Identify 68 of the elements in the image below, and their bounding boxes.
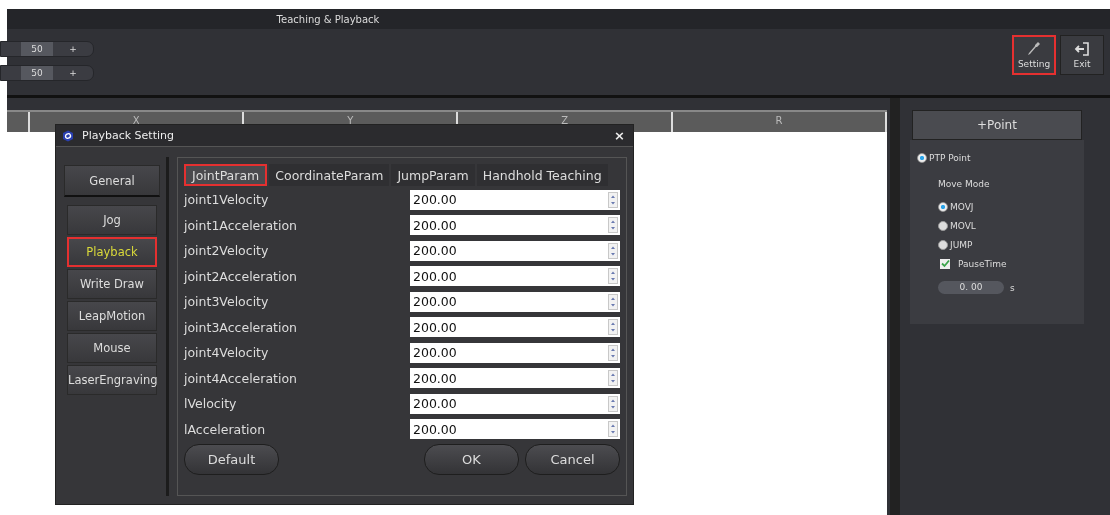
- nav-item[interactable]: Write Draw: [67, 269, 157, 299]
- param-spinbox[interactable]: 200.00: [410, 393, 620, 414]
- exit-icon: [1074, 41, 1090, 57]
- move-mode-radio[interactable]: JUMP: [910, 235, 1084, 254]
- param-label: joint2Velocity: [184, 243, 269, 259]
- increment-button[interactable]: +: [53, 68, 93, 78]
- param-label: lVelocity: [184, 396, 237, 412]
- default-button[interactable]: Default: [184, 444, 279, 475]
- window-title: Teaching & Playback: [276, 13, 380, 25]
- spin-arrows-icon: [608, 217, 618, 234]
- spin-arrows-icon: [608, 293, 618, 310]
- param-spinbox[interactable]: 200.00: [410, 419, 620, 440]
- nav-item[interactable]: Mouse: [67, 333, 157, 363]
- param-label: joint3Acceleration: [184, 319, 298, 335]
- param-spinbox[interactable]: 200.00: [410, 189, 620, 210]
- param-spinbox[interactable]: 200.00: [410, 317, 620, 338]
- spin-arrows-icon: [608, 395, 618, 412]
- param-label: joint1Acceleration: [184, 217, 298, 233]
- move-mode-radio[interactable]: MOVJ: [910, 197, 1084, 216]
- nav-item[interactable]: LaserEngraving: [67, 365, 157, 395]
- setting-button[interactable]: Setting: [1012, 35, 1056, 75]
- nav-item[interactable]: Playback: [67, 237, 157, 267]
- add-point-button[interactable]: +Point: [912, 110, 1082, 140]
- param-label: joint4Acceleration: [184, 370, 298, 386]
- param-spinbox[interactable]: 200.00: [410, 215, 620, 236]
- pause-time-field[interactable]: 0. 00: [938, 281, 1004, 294]
- nav-item[interactable]: General: [64, 165, 160, 197]
- increment-button[interactable]: +: [53, 44, 93, 54]
- param-label: joint2Acceleration: [184, 268, 298, 284]
- wrench-icon: [1026, 41, 1042, 57]
- move-mode-radio[interactable]: MOVL: [910, 216, 1084, 235]
- pause-time-checkbox[interactable]: PauseTime: [910, 254, 1084, 273]
- tab[interactable]: JumpParam: [391, 164, 475, 186]
- cancel-button[interactable]: Cancel: [525, 444, 620, 475]
- param-spinbox[interactable]: 200.00: [410, 342, 620, 363]
- param-spinbox[interactable]: 200.00: [410, 240, 620, 261]
- spin-arrows-icon: [608, 268, 618, 285]
- exit-button[interactable]: Exit: [1060, 35, 1104, 75]
- tab[interactable]: CoordinateParam: [269, 164, 390, 186]
- param-label: joint1Velocity: [184, 192, 269, 208]
- spin-arrows-icon: [608, 344, 618, 361]
- param-spinbox[interactable]: 200.00: [410, 368, 620, 389]
- stepper-value: 50: [21, 66, 53, 80]
- speed-stepper[interactable]: 50 +: [0, 65, 94, 81]
- spin-arrows-icon: [608, 191, 618, 208]
- dialog-title: Playback Setting: [82, 129, 174, 142]
- spin-arrows-icon: [608, 319, 618, 336]
- param-spinbox[interactable]: 200.00: [410, 291, 620, 312]
- tab[interactable]: JointParam: [184, 164, 268, 186]
- param-label: joint4Velocity: [184, 345, 269, 361]
- param-label: lAcceleration: [184, 421, 266, 437]
- param-label: joint3Velocity: [184, 294, 269, 310]
- stepper-value: 50: [21, 42, 53, 56]
- speed-stepper[interactable]: 50 +: [0, 41, 94, 57]
- spin-arrows-icon: [608, 242, 618, 259]
- nav-item[interactable]: Jog: [67, 205, 157, 235]
- ptp-point-radio[interactable]: PTP Point: [910, 148, 1084, 167]
- nav-item[interactable]: LeapMotion: [67, 301, 157, 331]
- ok-button[interactable]: OK: [424, 444, 519, 475]
- move-mode-label: Move Mode: [937, 178, 991, 191]
- splitter-bar[interactable]: [890, 98, 900, 515]
- check-icon: [940, 259, 950, 268]
- param-spinbox[interactable]: 200.00: [410, 266, 620, 287]
- spin-arrows-icon: [608, 370, 618, 387]
- spin-arrows-icon: [608, 421, 618, 438]
- tab[interactable]: Handhold Teaching: [476, 164, 608, 186]
- app-logo-icon: [62, 129, 74, 142]
- unit-label: s: [1010, 282, 1015, 293]
